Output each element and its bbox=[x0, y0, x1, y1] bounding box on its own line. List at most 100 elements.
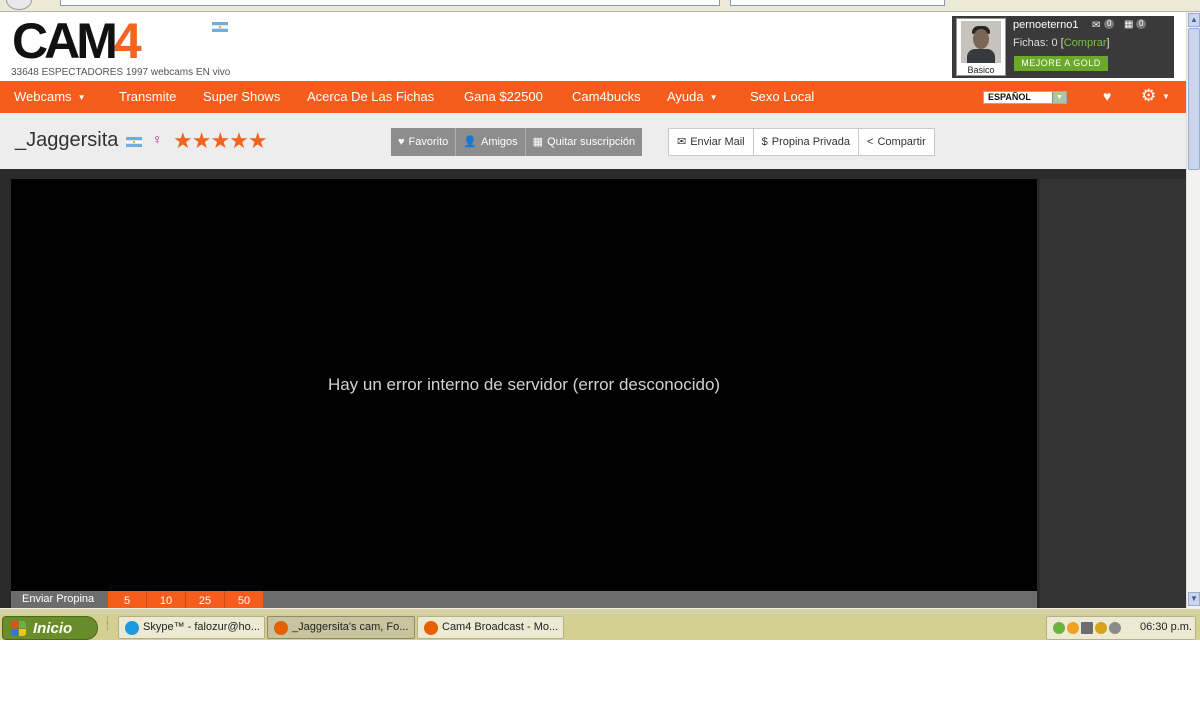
unsubscribe-button[interactable]: ▦ Quitar suscripción bbox=[526, 128, 642, 156]
chat-side-panel bbox=[1040, 179, 1186, 608]
scrollbar-thumb[interactable] bbox=[1188, 28, 1200, 170]
nav-item-cam4bucks[interactable]: Cam4bucks bbox=[572, 81, 641, 113]
subscription-button-group: ♥ Favorito 👤 Amigos ▦ Quitar suscripción bbox=[391, 128, 643, 156]
gear-icon[interactable]: ⚙ bbox=[1141, 86, 1156, 106]
antivirus-icon[interactable] bbox=[1067, 622, 1079, 634]
scroll-down-arrow-icon[interactable]: ▼ bbox=[1188, 592, 1200, 606]
mail-count-badge: 0 bbox=[1104, 19, 1115, 29]
nav-item-label: Transmite bbox=[119, 89, 177, 104]
caret-down-icon: ▼ bbox=[1162, 92, 1170, 101]
calendar-count-badge: 0 bbox=[1136, 19, 1147, 29]
nav-item-acerca-fichas[interactable]: Acerca De Las Fichas bbox=[307, 81, 434, 113]
main-nav: Webcams ▼ Transmite Super Shows Acerca De… bbox=[0, 81, 1186, 113]
user-icon: 👤 bbox=[463, 136, 477, 148]
action-button-group: ✉ Enviar Mail $ Propina Privada < Compartir bbox=[668, 128, 935, 156]
nav-item-label: Sexo Local bbox=[750, 89, 815, 104]
favorites-heart-icon[interactable]: ♥ bbox=[1103, 88, 1111, 104]
mail-icon[interactable]: ✉ bbox=[1092, 20, 1100, 31]
firefox-icon bbox=[424, 621, 438, 635]
nav-item-ayuda[interactable]: Ayuda ▼ bbox=[667, 81, 718, 113]
taskbar-grip[interactable]: ⁞ ⁞ bbox=[106, 617, 114, 639]
address-bar[interactable] bbox=[60, 0, 720, 6]
nav-item-webcams[interactable]: Webcams ▼ bbox=[14, 81, 85, 113]
video-stage: Hay un error interno de servidor (error … bbox=[0, 169, 1186, 608]
nav-item-super-shows[interactable]: Super Shows bbox=[203, 81, 280, 113]
membership-level: Basico bbox=[967, 65, 995, 75]
tip-amount-button[interactable]: 5 bbox=[108, 591, 147, 608]
video-player[interactable]: Hay un error interno de servidor (error … bbox=[11, 179, 1037, 591]
tokens-label: Fichas: 0 [ bbox=[1013, 37, 1064, 49]
firefox-icon bbox=[274, 621, 288, 635]
vertical-scrollbar[interactable]: ▲ ▼ bbox=[1186, 12, 1200, 608]
update-icon[interactable] bbox=[1109, 622, 1121, 634]
caret-down-icon: ▼ bbox=[77, 93, 86, 102]
language-select[interactable]: ESPAÑOL ▼ bbox=[983, 91, 1067, 104]
nav-item-gana[interactable]: Gana $22500 bbox=[464, 81, 543, 113]
browser-search-box[interactable] bbox=[730, 0, 945, 6]
upgrade-gold-button[interactable]: MEJORE A GOLD bbox=[1014, 56, 1108, 71]
send-mail-button[interactable]: ✉ Enviar Mail bbox=[669, 129, 754, 155]
cam4-logo[interactable]: CAM4 bbox=[12, 13, 142, 69]
nav-item-label: Cam4bucks bbox=[572, 89, 641, 104]
nav-item-label: Webcams bbox=[14, 89, 72, 104]
private-tip-button[interactable]: $ Propina Privada bbox=[754, 129, 860, 155]
nav-item-sexo-local[interactable]: Sexo Local bbox=[750, 81, 814, 113]
site-header: CAM4 33648 ESPECTADORES 1997 webcams EN … bbox=[0, 12, 1186, 81]
heart-icon: ♥ bbox=[398, 136, 405, 148]
scroll-up-arrow-icon[interactable]: ▲ bbox=[1188, 13, 1200, 27]
taskbar-item-firefox-cam[interactable]: _Jaggersita's cam, Fo... bbox=[267, 616, 415, 639]
skype-icon bbox=[125, 621, 139, 635]
browser-toolbar bbox=[0, 0, 1200, 12]
female-icon: ♀ bbox=[152, 131, 163, 147]
calendar-icon: ▦ bbox=[532, 136, 544, 148]
tip-amount-button[interactable]: 50 bbox=[225, 591, 264, 608]
tip-bar: Enviar Propina 5 10 25 50 bbox=[11, 591, 1037, 608]
star-rating: ★★★★★ bbox=[173, 128, 268, 153]
button-label: Enviar Mail bbox=[690, 136, 745, 148]
task-label: _Jaggersita's cam, Fo... bbox=[292, 621, 409, 633]
username-link[interactable]: pernoeterno1 bbox=[1013, 19, 1078, 31]
tip-amount-button[interactable]: 25 bbox=[186, 591, 225, 608]
browser-viewport: CAM4 33648 ESPECTADORES 1997 webcams EN … bbox=[0, 0, 1200, 720]
windows-taskbar: Inicio ⁞ ⁞ Skype™ - falozur@ho... _Jagger… bbox=[0, 608, 1200, 640]
buy-tokens-link[interactable]: Comprar bbox=[1064, 37, 1107, 49]
favorite-button[interactable]: ♥ Favorito bbox=[391, 128, 457, 156]
start-button[interactable]: Inicio bbox=[2, 616, 98, 640]
caret-down-icon: ▼ bbox=[709, 93, 718, 102]
button-label: Favorito bbox=[408, 136, 449, 148]
network-icon[interactable] bbox=[1053, 622, 1065, 634]
button-label: Compartir bbox=[877, 136, 926, 148]
friends-button[interactable]: 👤 Amigos bbox=[456, 128, 526, 156]
system-clock[interactable]: 06:30 p.m. bbox=[1140, 621, 1192, 633]
argentina-flag-icon bbox=[126, 137, 142, 147]
task-label: Skype™ - falozur@ho... bbox=[143, 621, 260, 633]
avatar-photo bbox=[961, 21, 1001, 63]
mail-icon: ✉ bbox=[677, 136, 687, 148]
windows-logo-icon bbox=[11, 621, 28, 637]
back-button[interactable] bbox=[6, 0, 32, 10]
avatar[interactable]: Basico bbox=[956, 18, 1006, 76]
viewer-stats: 33648 ESPECTADORES 1997 webcams EN vivo bbox=[11, 67, 231, 78]
dollar-icon: $ bbox=[761, 136, 768, 148]
nav-item-label: Gana $22500 bbox=[464, 89, 543, 104]
taskbar-item-skype[interactable]: Skype™ - falozur@ho... bbox=[118, 616, 265, 639]
share-icon: < bbox=[867, 136, 874, 148]
messenger-icon[interactable] bbox=[1095, 622, 1107, 634]
calendar-icon[interactable]: ▦ bbox=[1124, 19, 1133, 30]
tip-amount-button[interactable]: 10 bbox=[147, 591, 186, 608]
nav-item-transmite[interactable]: Transmite bbox=[119, 81, 176, 113]
button-label: Propina Privada bbox=[771, 136, 851, 148]
button-label: Quitar suscripción bbox=[547, 136, 636, 148]
argentina-flag-icon bbox=[212, 22, 228, 32]
share-button[interactable]: < Compartir bbox=[859, 129, 934, 155]
taskbar-item-firefox-broadcast[interactable]: Cam4 Broadcast - Mo... bbox=[417, 616, 564, 639]
dropdown-arrow-icon: ▼ bbox=[1052, 92, 1066, 103]
tokens-label-end: ] bbox=[1106, 37, 1110, 49]
nav-item-label: Super Shows bbox=[203, 89, 281, 104]
performer-name: _Jaggersita bbox=[15, 129, 119, 151]
logo-text: CAM bbox=[12, 13, 118, 69]
performer-bar: _Jaggersita ♀ ★★★★★ ♥ Favorito 👤 Amigos ▦ Q… bbox=[0, 113, 1186, 169]
nav-item-label: Ayuda bbox=[667, 89, 704, 104]
volume-icon[interactable] bbox=[1081, 622, 1093, 634]
logo-accent: 4 bbox=[113, 13, 142, 69]
